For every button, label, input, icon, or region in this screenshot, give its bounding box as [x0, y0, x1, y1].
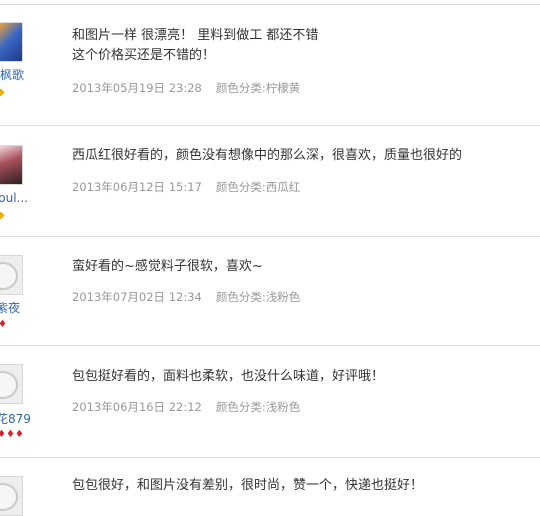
review-text: 包包挺好看的，面料也柔软，也没什么味道，好评哦！ [72, 367, 384, 387]
review-text-line: 蛮好看的~感觉料子很软，喜欢~ [72, 259, 263, 274]
reviewer-name[interactable]: 咪枫歌 [0, 66, 28, 83]
sku-info: 颜色分类:浅粉色 [215, 290, 301, 304]
review-meta: 2013年05月19日 23:28 颜色分类:柠檬黄 [72, 80, 300, 96]
buyer-level-icon: ◆ [0, 87, 5, 98]
review-date: 2013年06月16日 22:12 [72, 400, 202, 414]
sku-info: 颜色分类:西瓜红 [215, 180, 301, 194]
review-date: 2013年07月02日 12:34 [72, 290, 202, 304]
review-text-line: 和图片一样 很漂亮！ 里料到做工 都还不错 [72, 28, 319, 43]
review-text: 西瓜红很好看的，颜色没有想像中的那么深，很喜欢，质量也很好的 [72, 146, 462, 166]
reviewer-name[interactable]: soul... [0, 191, 32, 205]
review-meta: 2013年06月12日 15:17 颜色分类:西瓜红 [72, 179, 300, 195]
review-text-line: 包包很好，和图片没有差别，很时尚，赞一个，快递也挺好！ [72, 478, 424, 493]
avatar[interactable] [0, 364, 23, 404]
review-text-line: 西瓜红很好看的，颜色没有想像中的那么深，很喜欢，质量也很好的 [72, 148, 463, 163]
review-meta: 2013年06月16日 22:12 颜色分类:浅粉色 [72, 399, 300, 415]
divider [0, 236, 540, 237]
avatar[interactable] [0, 476, 23, 516]
review-text: 和图片一样 很漂亮！ 里料到做工 都还不错 这个价格买还是不错的！ [72, 26, 318, 66]
buyer-level-icon: ◆ [0, 210, 5, 221]
divider [0, 345, 540, 346]
divider [0, 457, 540, 458]
buyer-level-icon: ♦♦♦ [0, 429, 24, 440]
review-text: 包包很好，和图片没有差别，很时尚，赞一个，快递也挺好！ [72, 476, 423, 496]
reviewer-name[interactable]: 紫夜 [0, 299, 36, 316]
review-meta: 2013年07月02日 12:34 颜色分类:浅粉色 [72, 289, 300, 305]
review-text: 蛮好看的~感觉料子很软，喜欢~ [72, 257, 263, 277]
divider [0, 125, 540, 126]
top-divider [0, 4, 540, 5]
review-text-line: 包包挺好看的，面料也柔软，也没什么味道，好评哦！ [72, 369, 385, 384]
avatar[interactable] [0, 22, 23, 62]
review-date: 2013年06月12日 15:17 [72, 180, 202, 194]
review-text-line: 这个价格买还是不错的！ [72, 48, 216, 63]
buyer-level-icon: ♦ [0, 319, 7, 330]
sku-info: 颜色分类:浅粉色 [215, 400, 301, 414]
avatar[interactable] [0, 255, 23, 295]
reviewer-name[interactable]: 花879 [0, 410, 36, 427]
avatar[interactable] [0, 145, 23, 185]
sku-info: 颜色分类:柠檬黄 [215, 81, 301, 95]
review-date: 2013年05月19日 23:28 [72, 81, 202, 95]
